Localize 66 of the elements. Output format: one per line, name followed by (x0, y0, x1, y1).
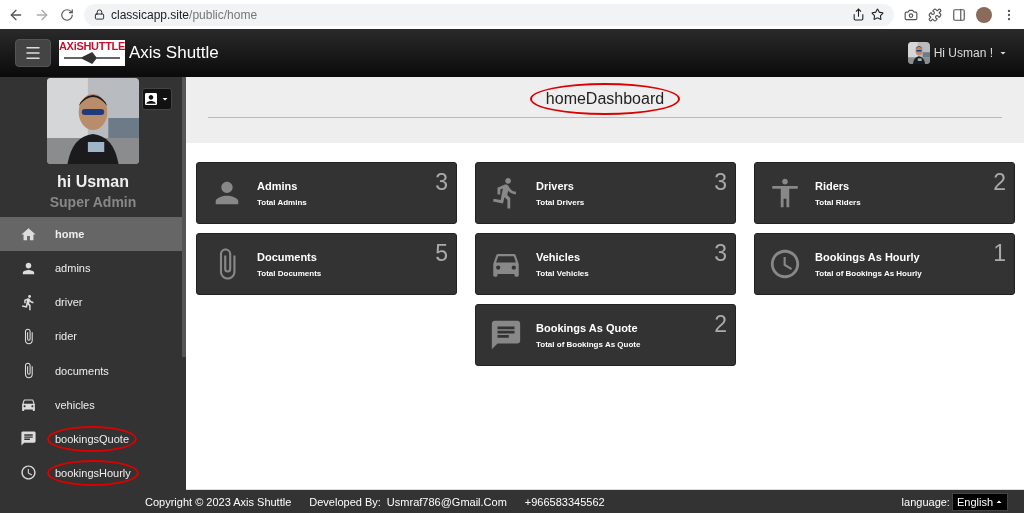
card-title: Vehicles (536, 250, 582, 263)
card-title: Drivers (536, 179, 575, 192)
reload-icon[interactable] (60, 7, 74, 22)
camera-icon[interactable] (904, 7, 918, 22)
item-label: admins (54, 261, 92, 277)
card-title: Riders (815, 179, 851, 192)
card-title: Bookings As Quote (536, 321, 639, 334)
item-label: documents (54, 363, 110, 379)
developer-email: Usmraf786@Gmail.Com (386, 495, 507, 508)
language-select[interactable]: English (951, 492, 1008, 511)
logo: AXiSHUTTLE (59, 40, 125, 66)
card-subtitle: Total Vehicles (536, 268, 589, 278)
contact-card-icon (143, 91, 159, 107)
card-title: Documents (257, 250, 318, 263)
card-subtitle: Total Admins (257, 197, 307, 207)
sidebar-item[interactable]: admins (0, 251, 186, 286)
sidebar-item[interactable]: vehicles (0, 387, 186, 422)
lock-icon (94, 9, 105, 20)
home-icon (20, 225, 37, 243)
card-count: 3 (435, 169, 448, 196)
card-subtitle: Total Riders (815, 197, 861, 207)
menu-button[interactable] (15, 39, 51, 67)
card-count: 1 (993, 240, 1006, 267)
user-role: Super Admin (49, 194, 137, 210)
address-bar[interactable]: classicapp.site/public/home (84, 3, 894, 26)
sidebar-item[interactable]: bookingsQuote (0, 421, 186, 456)
card-subtitle: Total of Bookings As Quote (536, 339, 641, 349)
circled-label: bookingsHourly (47, 459, 139, 486)
sidebar-item[interactable]: documents (0, 353, 186, 388)
card-count: 3 (714, 169, 727, 196)
card-subtitle: Total of Bookings As Hourly (815, 268, 922, 278)
card-count: 3 (714, 240, 727, 267)
menu-icon (24, 44, 42, 62)
clock-icon (768, 247, 802, 281)
card-subtitle: Total Documents (257, 268, 322, 278)
item-label: vehicles (54, 397, 96, 413)
copyright-text: Copyright © 2023 Axis Shuttle (145, 495, 292, 508)
card-count: 2 (714, 311, 727, 338)
card-count: 2 (993, 169, 1006, 196)
side-panel-icon[interactable] (952, 7, 966, 22)
url-text: classicapp.site/public/home (111, 7, 258, 22)
item-label: driver (54, 295, 84, 311)
language-label: language: (901, 495, 950, 508)
page-title: homeDashboard (529, 83, 681, 115)
app-title: Axis Shuttle (129, 43, 220, 63)
card-subtitle: Total Drivers (536, 197, 585, 207)
puzzle-icon[interactable] (928, 7, 942, 22)
chat-icon (20, 430, 37, 448)
sidebar-item[interactable]: bookingsHourly (0, 455, 186, 490)
user-greeting: hi Usman (57, 173, 129, 191)
item-label: home (54, 227, 86, 243)
card-title: Admins (257, 179, 299, 192)
developer-label: Developed By: (309, 495, 381, 508)
sidebar-item[interactable]: rider (0, 319, 186, 354)
card-count: 5 (435, 240, 448, 267)
avatar-icon[interactable] (976, 6, 992, 23)
phone-number: +966583345562 (524, 495, 605, 508)
share-icon[interactable] (852, 8, 865, 21)
user-menu[interactable]: Hi Usman ! (907, 42, 1009, 64)
circled-label: bookingsQuote (47, 425, 137, 452)
sidebar-item[interactable]: driver (0, 285, 186, 320)
clock-icon (20, 464, 37, 482)
profile-menu-button[interactable] (142, 88, 172, 110)
card-title: Bookings As Hourly (815, 250, 921, 263)
star-icon[interactable] (871, 8, 884, 21)
item-label: rider (54, 329, 78, 345)
